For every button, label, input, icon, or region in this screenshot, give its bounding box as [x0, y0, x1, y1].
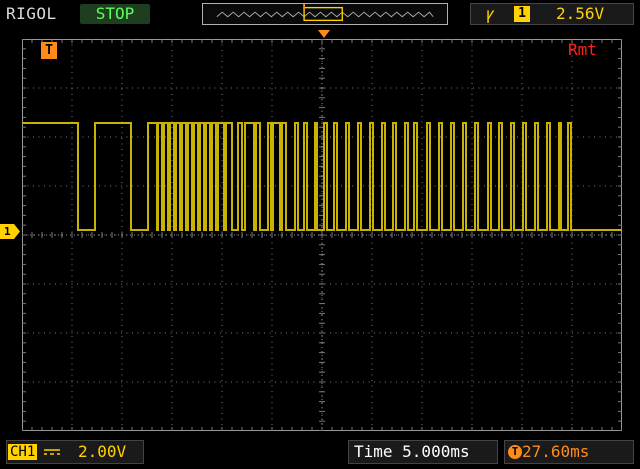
trigger-source-badge: 1 — [514, 6, 530, 22]
horizontal-trigger-marker-icon[interactable] — [318, 30, 330, 38]
ch1-ground-marker-icon[interactable]: 1 — [0, 224, 20, 239]
trigger-offset-icon: T — [508, 445, 522, 459]
trigger-level-value: 2.56V — [556, 4, 605, 23]
waveform-grid — [22, 39, 622, 431]
brand-logo: RIGOL — [6, 4, 57, 23]
rising-edge-icon: ꝩ — [486, 4, 495, 23]
ch1-marker-label: 1 — [4, 225, 11, 238]
trigger-offset-value: 27.60ms — [522, 442, 590, 461]
run-status-badge[interactable]: STOP — [80, 4, 150, 24]
remote-indicator: Rmt — [568, 40, 597, 59]
dc-coupling-icon — [44, 449, 60, 455]
channel-scale: 2.00V — [78, 442, 127, 461]
trigger-panel[interactable] — [470, 3, 634, 25]
memory-waveform-preview — [216, 11, 434, 18]
timebase-value: Time 5.000ms — [354, 442, 470, 461]
channel-name: CH1 — [8, 444, 38, 460]
memory-depth-indicator — [202, 3, 448, 25]
trigger-position-icon: T — [41, 42, 57, 59]
